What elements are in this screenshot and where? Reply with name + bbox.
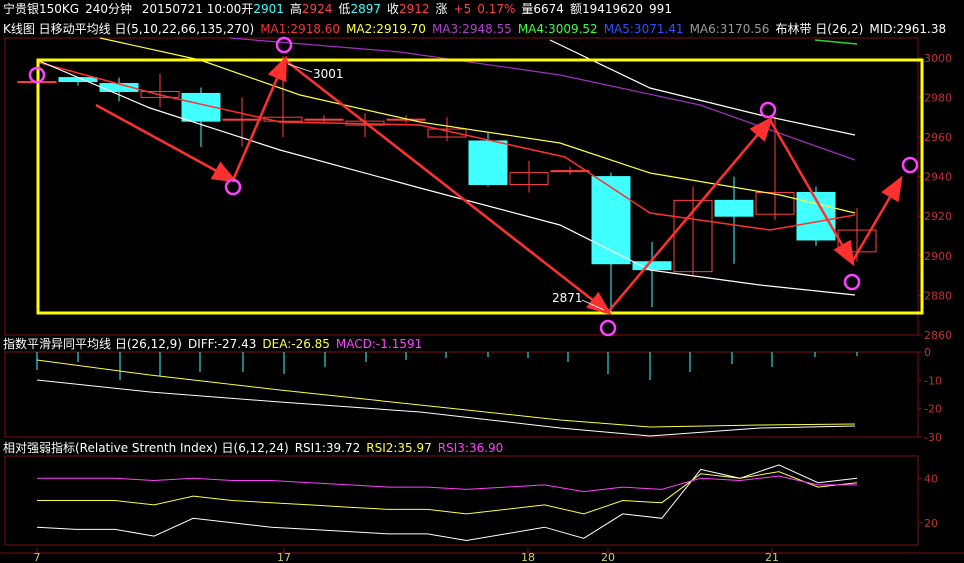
highlight-circle bbox=[599, 319, 617, 337]
kline-ytick-label: 2940 bbox=[924, 171, 952, 184]
xtick-label: 18 bbox=[521, 551, 535, 563]
xtick-label: 17 bbox=[277, 551, 291, 563]
candle-body bbox=[632, 261, 672, 271]
kline-ytick-label: 2900 bbox=[924, 250, 952, 263]
kline-ytick-label: 2860 bbox=[924, 329, 952, 342]
macd-ytick-label: -10 bbox=[924, 374, 942, 387]
ma4-line bbox=[814, 39, 858, 45]
highlight-circle bbox=[275, 36, 293, 54]
kline-ytick-label: 2920 bbox=[924, 210, 952, 223]
rsi-ytick-label: 40 bbox=[924, 472, 938, 485]
kline-ytick-label: 3000 bbox=[924, 52, 952, 65]
macd-ytick-label: -30 bbox=[924, 431, 942, 444]
highlight-circle bbox=[843, 273, 861, 291]
xtick-label: 7 bbox=[34, 551, 41, 563]
xtick-label: 21 bbox=[765, 551, 779, 563]
highlight-circle bbox=[759, 101, 777, 119]
highlight-circle bbox=[901, 156, 919, 174]
rsi-line-rsi2 bbox=[37, 471, 858, 515]
candle-body bbox=[222, 118, 262, 121]
candle-body bbox=[58, 77, 98, 83]
xtick-label: 20 bbox=[601, 551, 615, 563]
rsi-ytick-label: 20 bbox=[924, 517, 938, 530]
pane-frame bbox=[4, 37, 919, 336]
trend-arrow bbox=[768, 119, 855, 267]
pane-frame bbox=[4, 455, 919, 546]
stock-chart[interactable]: 2860 2880 2900 2920 2940 2960 2980 3000 0 -10 -20 -… bbox=[0, 0, 964, 563]
boll-upper-line bbox=[549, 39, 856, 136]
rsi-line-rsi1 bbox=[36, 464, 858, 542]
high-price-label: 3001 bbox=[313, 67, 344, 81]
candle-body bbox=[304, 118, 344, 121]
pane-frame bbox=[4, 351, 919, 438]
candle-body bbox=[714, 199, 754, 217]
rsi-line-rsi3 bbox=[37, 475, 857, 493]
candle-body bbox=[468, 140, 508, 186]
trend-arrow bbox=[284, 59, 612, 316]
ma-purple-line bbox=[229, 37, 856, 161]
candle-body bbox=[550, 170, 590, 173]
kline-ytick-label: 2880 bbox=[924, 289, 952, 302]
kline-ytick-label: 2960 bbox=[924, 131, 952, 144]
macd-ytick-label: 0 bbox=[924, 346, 931, 359]
kline-ytick-label: 2980 bbox=[924, 91, 952, 104]
low-price-label: 2871 bbox=[552, 291, 583, 305]
macd-ytick-label: -20 bbox=[924, 403, 942, 416]
highlight-circle bbox=[224, 178, 242, 196]
ma-yellow-line bbox=[99, 37, 856, 214]
